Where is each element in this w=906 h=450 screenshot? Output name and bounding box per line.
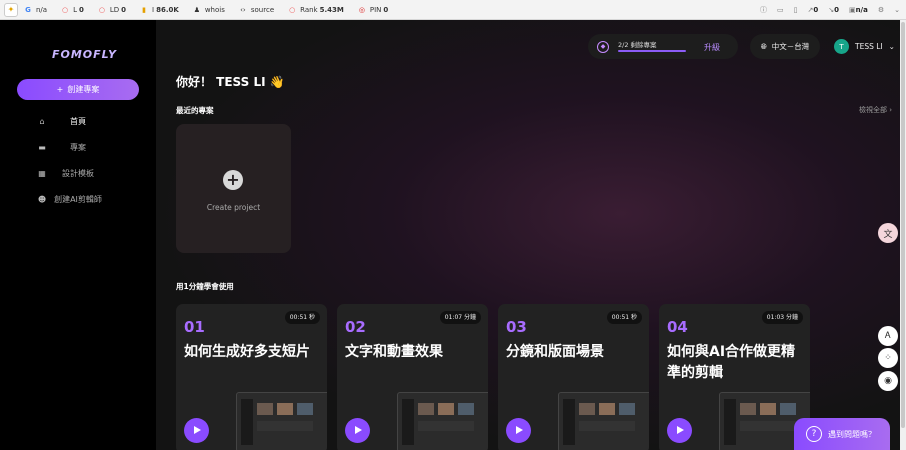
greeting: 你好！ TESS LI 👋 (176, 75, 285, 89)
toolbar-logo-icon[interactable]: ✦ (4, 2, 18, 17)
globe-icon: 🌐︎ (760, 41, 767, 51)
translate-icon[interactable]: 文 (878, 223, 898, 243)
learn-section-title: 用1分鐘學會使用 (176, 282, 234, 291)
plan-progress-bar (618, 50, 686, 52)
plus-icon: + (56, 85, 64, 94)
duration-badge: 00:51 秒 (606, 311, 642, 324)
chevron-down-icon[interactable]: ⌄ (894, 6, 900, 14)
sidebar-item-home[interactable]: ⌂ 首頁 (0, 112, 156, 130)
duration-badge: 00:51 秒 (284, 311, 320, 324)
circle-icon: ○ (62, 5, 69, 14)
duration-badge: 01:07 分鐘 (439, 311, 481, 324)
sidebar: FOMOFLY + 創建專案 ⌂ 首頁 ▬ 專案 ▦ 設計模板 ☻ 創建AI剪輯… (0, 20, 156, 450)
help-button[interactable]: ? 遇到問題嗎？ (794, 418, 890, 450)
seo-item-whois[interactable]: ♟ whois (193, 6, 225, 14)
seo-item-source[interactable]: ‹› source (239, 6, 274, 14)
lock-icon[interactable]: ▣n/a (849, 6, 868, 14)
tutorial-card[interactable]: 01:07 分鐘 02 文字和動畫效果 (337, 304, 488, 450)
user-icon: ♟ (193, 5, 200, 14)
seo-item-rank[interactable]: ○ Rank 5.43M (288, 6, 344, 14)
sidebar-item-templates[interactable]: ▦ 設計模板 (0, 164, 156, 182)
play-icon[interactable] (667, 418, 692, 443)
seo-right-group: ⓘ ▭ ▯ ↗0 ↘0 ▣n/a ⚙ ⌄ (760, 0, 900, 20)
tutorial-number: 01 (184, 318, 205, 336)
play-icon[interactable] (184, 418, 209, 443)
tutorial-thumbnail (397, 392, 488, 450)
sidebar-item-ai-editor[interactable]: ☻ 創建AI剪輯師 (0, 190, 156, 208)
user-name: TESS LI (855, 42, 883, 51)
seo-item-l[interactable]: ○ L 0 (61, 6, 84, 14)
main-content: ◆ 2/2 剩餘專案 升級 🌐︎ 中文－台灣 T TESS LI ⌄ 你好！ T… (156, 20, 906, 450)
circle-icon: ○ (98, 5, 105, 14)
plan-icon: ◆ (597, 40, 609, 53)
tutorial-card[interactable]: 01:03 分鐘 04 如何與AI合作做更精準的剪輯 (659, 304, 810, 450)
play-icon[interactable] (345, 418, 370, 443)
broken-link-icon[interactable]: ↘0 (828, 6, 839, 14)
tutorial-title: 如何與AI合作做更精準的剪輯 (667, 344, 796, 381)
plus-icon: + (223, 170, 243, 190)
assistant-icon[interactable]: ◉ (878, 371, 898, 391)
google-icon: G (25, 5, 31, 14)
tutorial-title: 分鏡和版面場景 (506, 344, 604, 360)
upgrade-button[interactable]: 升級 (704, 42, 720, 53)
pinterest-icon: ◎ (358, 5, 365, 14)
duration-badge: 01:03 分鐘 (761, 311, 803, 324)
info-icon[interactable]: ⓘ (760, 5, 767, 15)
tutorial-number: 04 (667, 318, 688, 336)
chart-icon: ▮ (142, 5, 146, 14)
tutorial-thumbnail (558, 392, 649, 450)
apps-icon[interactable]: ⁘ (878, 348, 898, 368)
tutorial-card[interactable]: 00:51 秒 01 如何生成好多支短片 (176, 304, 327, 450)
tutorial-number: 02 (345, 318, 366, 336)
language-selector[interactable]: 🌐︎ 中文－台灣 (750, 34, 820, 59)
brand-logo[interactable]: FOMOFLY (52, 48, 117, 61)
gear-icon[interactable]: ⚙ (878, 6, 884, 14)
tutorial-title: 如何生成好多支短片 (184, 344, 310, 360)
chevron-down-icon: ⌄ (888, 42, 895, 51)
seo-item-ld[interactable]: ○ LD 0 (98, 6, 126, 14)
tutorial-card[interactable]: 00:51 秒 03 分鏡和版面場景 (498, 304, 649, 450)
translate-alt-icon[interactable]: Ꭺ (878, 326, 898, 346)
scrollbar-thumb[interactable] (901, 22, 905, 428)
plan-status[interactable]: ◆ 2/2 剩餘專案 升級 (588, 34, 738, 59)
recent-projects-title: 最近的專案 (176, 106, 214, 115)
tutorial-thumbnail (236, 392, 327, 450)
user-menu[interactable]: T TESS LI ⌄ (834, 39, 895, 54)
play-icon[interactable] (506, 418, 531, 443)
avatar: T (834, 39, 849, 54)
circle-icon: ○ (289, 5, 296, 14)
question-icon: ? (806, 426, 822, 442)
seo-toolbar: ✦ Gn/a ○ L 0 ○ LD 0 ▮ I 86.0K ♟ whois ‹› source … (0, 0, 906, 20)
tutorial-title: 文字和動畫效果 (345, 344, 443, 360)
seo-item-google[interactable]: Gn/a (24, 6, 47, 14)
seo-item-i[interactable]: ▮ I 86.0K (140, 6, 179, 14)
tutorial-number: 03 (506, 318, 527, 336)
create-project-label: Create project (206, 203, 261, 212)
plan-remaining: 2/2 剩餘專案 (618, 41, 657, 49)
code-icon: ‹› (240, 5, 246, 14)
seo-item-pin[interactable]: ◎ PIN 0 (358, 6, 388, 14)
monitor-icon[interactable]: ▭ (777, 6, 784, 14)
page-icon[interactable]: ▯ (794, 6, 798, 14)
external-link-icon[interactable]: ↗0 (807, 6, 818, 14)
sidebar-item-projects[interactable]: ▬ 專案 (0, 138, 156, 156)
create-project-card[interactable]: + Create project (176, 124, 291, 253)
view-all-link[interactable]: 檢視全部 › (859, 105, 892, 115)
create-project-button[interactable]: + 創建專案 (17, 79, 139, 100)
